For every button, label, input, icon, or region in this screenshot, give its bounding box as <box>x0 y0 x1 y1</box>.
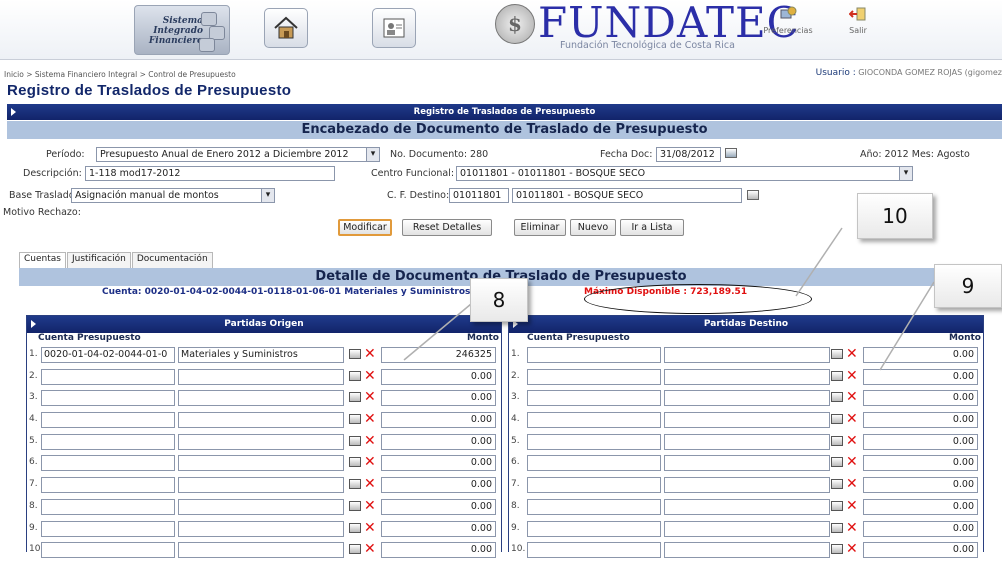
callout-10: 10 <box>857 193 933 239</box>
callout-9: 9 <box>934 264 1002 308</box>
callout-8: 8 <box>470 278 528 322</box>
annotation-lines <box>403 227 935 371</box>
